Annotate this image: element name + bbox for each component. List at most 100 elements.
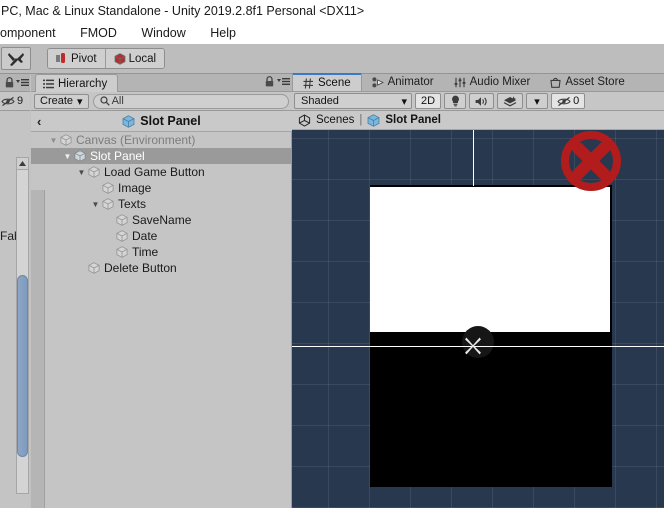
hamburger-menu-icon[interactable]: [16, 78, 29, 87]
chevron-down-icon: ▾: [77, 95, 83, 108]
pivot-rotation-toggle-group: Pivot Local: [47, 48, 166, 69]
tree-item-label: Time: [132, 245, 159, 259]
tree-item-slot-panel[interactable]: ▼ Slot Panel: [31, 148, 291, 164]
tab-audio-mixer[interactable]: Audio Mixer: [444, 73, 541, 91]
tree-item-label: Date: [132, 229, 158, 243]
tools-icon[interactable]: [1, 47, 31, 70]
tree-item-texts[interactable]: ▼ Texts: [31, 196, 291, 212]
menu-item-help[interactable]: Help: [200, 22, 246, 44]
vertical-guide-line: [473, 130, 474, 186]
animator-icon: [372, 76, 384, 87]
gameobject-icon: [88, 262, 100, 274]
tree-item-delete-button[interactable]: Delete Button: [31, 260, 291, 276]
tab-hierarchy-label: Hierarchy: [58, 77, 108, 90]
scene-gizmos-toggle[interactable]: 0: [551, 93, 586, 109]
chevron-down-icon: ▾: [534, 95, 540, 108]
tab-label: Audio Mixer: [469, 76, 531, 88]
disclosure-triangle-icon[interactable]: ▼: [62, 152, 73, 161]
pivot-button[interactable]: Pivot: [48, 49, 105, 68]
gameobject-icon: [116, 214, 128, 226]
triangle-up-icon: [19, 161, 26, 166]
scene-lighting-toggle[interactable]: [444, 93, 467, 109]
move-pivot-gizmo-icon[interactable]: [457, 330, 489, 362]
scene-tabbar: Scene Animator Audio Mixer Asset Store: [292, 73, 664, 92]
prefab-back-button[interactable]: ‹: [37, 111, 41, 132]
search-input-placeholder: All: [111, 95, 124, 107]
tab-asset-store[interactable]: Asset Store: [540, 73, 634, 91]
hierarchy-tree[interactable]: ▼ Canvas (Environment) ▼ Slot Panel ▼ Load Ga…: [31, 132, 292, 508]
tree-item-time[interactable]: Time: [31, 244, 291, 260]
draw-mode-dropdown[interactable]: Shaded ▾: [294, 93, 412, 109]
speaker-icon: [475, 96, 487, 106]
scene-panel: Scene Animator Audio Mixer Asset Store Shad…: [292, 73, 664, 508]
effects-icon: [503, 95, 517, 106]
tree-item-image[interactable]: Image: [31, 180, 291, 196]
audio-mixer-icon: [454, 77, 466, 87]
breadcrumb-root-label[interactable]: Scenes: [316, 114, 354, 126]
eye-slash-icon: [557, 96, 571, 106]
scene-effects-dropdown[interactable]: ▾: [526, 93, 549, 109]
tab-animator[interactable]: Animator: [362, 73, 444, 91]
prefab-header: ‹ Slot Panel: [31, 111, 292, 132]
lock-icon[interactable]: [5, 77, 14, 88]
draw-mode-label: Shaded: [301, 95, 339, 107]
unity-logo-icon: [298, 113, 311, 127]
menu-item-fmod[interactable]: FMOD: [70, 22, 127, 44]
tree-item-date[interactable]: Date: [31, 228, 291, 244]
tab-label: Animator: [387, 76, 434, 88]
breadcrumb-current-label[interactable]: Slot Panel: [385, 114, 441, 126]
tree-item-savename[interactable]: SaveName: [31, 212, 291, 228]
disclosure-triangle-icon[interactable]: ▼: [48, 136, 59, 145]
create-button-label: Create: [40, 95, 74, 107]
prefab-header-title: Slot Panel: [140, 114, 201, 128]
hierarchy-tabbar-actions: [265, 76, 290, 87]
unity-editor-window: PC, Mac & Linux Standalone - Unity 2019.…: [0, 0, 664, 508]
hierarchy-tree-rows: ▼ Canvas (Environment) ▼ Slot Panel ▼ Load Ga…: [31, 132, 291, 276]
left-clipped-panel: 9 Fab: [0, 74, 30, 508]
slot-panel-image-rect: [370, 185, 612, 332]
menu-bar: omponent FMOD Window Help: [0, 22, 664, 44]
main-toolbar: Pivot Local: [0, 44, 664, 74]
tree-item-label: Load Game Button: [104, 165, 205, 179]
hierarchy-icon: [43, 79, 54, 88]
disclosure-triangle-icon[interactable]: ▼: [76, 168, 87, 177]
create-button[interactable]: Create ▾: [34, 93, 89, 109]
tree-item-label: SaveName: [132, 213, 192, 227]
left-panel-body: Fab: [0, 111, 30, 508]
local-button[interactable]: Local: [104, 49, 165, 68]
menu-item-window[interactable]: Window: [131, 22, 195, 44]
disclosure-triangle-icon[interactable]: ▼: [90, 200, 101, 209]
pivot-label: Pivot: [71, 52, 97, 65]
pivot-icon: [56, 53, 65, 63]
toggle-2d-label: 2D: [421, 95, 436, 107]
tools-icon-glyph: [8, 52, 24, 66]
scene-effects-toggle[interactable]: [497, 93, 524, 109]
tab-scene[interactable]: Scene: [292, 73, 362, 91]
window-titlebar: PC, Mac & Linux Standalone - Unity 2019.…: [0, 0, 664, 22]
scene-viewport[interactable]: [292, 130, 664, 508]
tree-item-canvas-environment[interactable]: ▼ Canvas (Environment): [31, 132, 291, 148]
breadcrumb-separator: |: [359, 114, 363, 126]
store-bag-icon: [550, 77, 561, 88]
scene-audio-toggle[interactable]: [469, 93, 495, 109]
gameobject-icon: [60, 134, 72, 146]
red-circle-x-icon: [561, 131, 621, 191]
hierarchy-panel: Hierarchy Create ▾ All ‹ Slot Panel ▼ Ca…: [31, 74, 292, 508]
gameobject-icon: [116, 246, 128, 258]
tree-item-load-game-button[interactable]: ▼ Load Game Button: [31, 164, 291, 180]
hierarchy-tabbar: Hierarchy: [31, 74, 292, 92]
search-input[interactable]: All: [92, 93, 289, 109]
hamburger-menu-icon[interactable]: [277, 77, 290, 86]
left-panel-scrollbar-thumb[interactable]: [17, 275, 28, 457]
left-panel-toolbar: 9: [0, 92, 30, 111]
lightbulb-icon: [451, 95, 459, 107]
tree-item-label: Image: [118, 181, 152, 195]
tab-hierarchy[interactable]: Hierarchy: [35, 74, 119, 92]
toggle-2d-button[interactable]: 2D: [415, 93, 442, 109]
left-panel-scroll-up-button[interactable]: [16, 157, 29, 170]
local-label: Local: [128, 52, 157, 65]
slot-panel-lower-rect: [370, 332, 612, 487]
lock-icon[interactable]: [265, 76, 274, 87]
menu-item-component[interactable]: omponent: [0, 22, 66, 44]
eye-slash-icon[interactable]: [1, 96, 15, 107]
